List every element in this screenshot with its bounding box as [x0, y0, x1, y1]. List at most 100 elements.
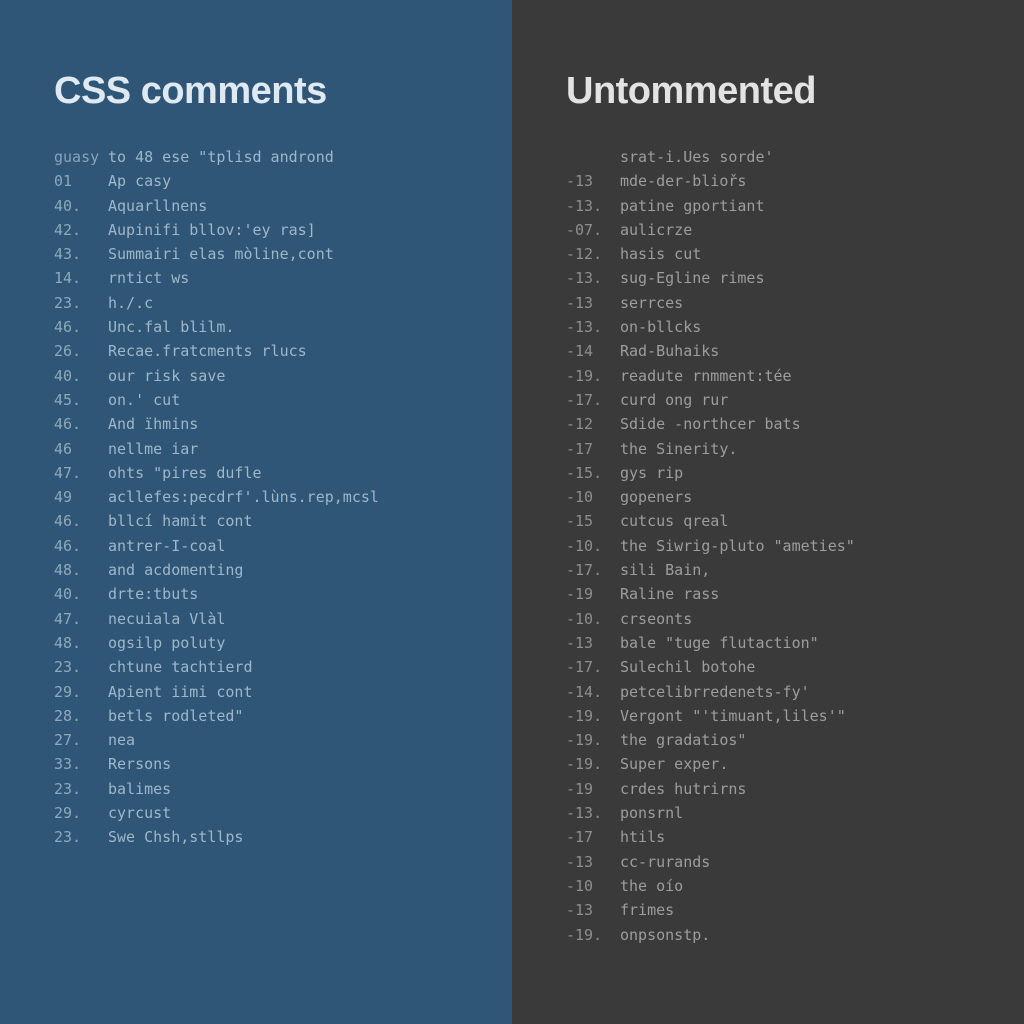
line-text: nellme iar [108, 437, 470, 461]
line-number: 49 [54, 485, 108, 509]
line-number: -15. [566, 461, 620, 485]
line-number: 23. [54, 777, 108, 801]
line-number: -07. [566, 218, 620, 242]
line-text: Ap casy [108, 169, 470, 193]
line-number: 23. [54, 825, 108, 849]
code-row: 40.drte:tbuts [54, 582, 470, 606]
code-row: 46.bllcí hamit cont [54, 509, 470, 533]
code-row: -13bale "tuge flutaction" [566, 631, 982, 655]
line-text: the Sinerity. [620, 437, 982, 461]
code-row: 45.on.' cut [54, 388, 470, 412]
line-text: ponsrnl [620, 801, 982, 825]
line-number: -19. [566, 752, 620, 776]
line-number: 46. [54, 412, 108, 436]
code-row: 01Ap casy [54, 169, 470, 193]
line-text: Rersons [108, 752, 470, 776]
line-text: antrer-I-coal [108, 534, 470, 558]
line-text: betls rodleted" [108, 704, 470, 728]
line-number: 26. [54, 339, 108, 363]
line-text: Sdide -northcer bats [620, 412, 982, 436]
line-number: -12. [566, 242, 620, 266]
code-row: 47.ohts "pires dufle [54, 461, 470, 485]
code-row: 40.Aquarllnens [54, 194, 470, 218]
line-number: -12 [566, 412, 620, 436]
line-number: -13. [566, 194, 620, 218]
line-number: -17. [566, 655, 620, 679]
line-number [566, 145, 620, 169]
line-text: Apient iimi cont [108, 680, 470, 704]
line-number: -14 [566, 339, 620, 363]
line-text: Super exper. [620, 752, 982, 776]
line-number: -17. [566, 558, 620, 582]
line-number: 43. [54, 242, 108, 266]
left-title-rest: comments [131, 70, 327, 112]
code-row: 23.balimes [54, 777, 470, 801]
line-text: the gradatios" [620, 728, 982, 752]
code-row: -15.gys rip [566, 461, 982, 485]
line-number: -13. [566, 266, 620, 290]
line-text: Recae.fratcments rlucs [108, 339, 470, 363]
code-row: -17.Sulechil botohe [566, 655, 982, 679]
code-row: -07.aulicrze [566, 218, 982, 242]
code-row: -19crdes hutrirns [566, 777, 982, 801]
code-row: -13.ponsrnl [566, 801, 982, 825]
code-row: -10.crseonts [566, 607, 982, 631]
line-number: 48. [54, 631, 108, 655]
line-text: necuiala Vlàl [108, 607, 470, 631]
code-row: 14.rntict ws [54, 266, 470, 290]
line-number: -10 [566, 874, 620, 898]
code-row: -17htils [566, 825, 982, 849]
line-text: readute rnmment:tée [620, 364, 982, 388]
line-text: sili Bain, [620, 558, 982, 582]
line-number: 46. [54, 534, 108, 558]
line-number: 01 [54, 169, 108, 193]
line-number: 27. [54, 728, 108, 752]
line-number: 33. [54, 752, 108, 776]
code-row: -17.curd ong rur [566, 388, 982, 412]
line-number: -15 [566, 509, 620, 533]
code-row: -13frimes [566, 898, 982, 922]
line-text: ogsilp poluty [108, 631, 470, 655]
line-number: 23. [54, 655, 108, 679]
line-text: htils [620, 825, 982, 849]
code-row: 46nellme iar [54, 437, 470, 461]
code-row: -13serrces [566, 291, 982, 315]
line-text: Vergont "'timuant,liles'" [620, 704, 982, 728]
line-text: nea [108, 728, 470, 752]
line-text: Raline rass [620, 582, 982, 606]
code-row: -12Sdide -northcer bats [566, 412, 982, 436]
code-row: srat-i.Ues sorde' [566, 145, 982, 169]
code-row: 46.antrer-I-coal [54, 534, 470, 558]
code-row: 48.and acdomenting [54, 558, 470, 582]
line-number: 28. [54, 704, 108, 728]
line-text: on-bllcks [620, 315, 982, 339]
line-number: -17 [566, 437, 620, 461]
code-row: 27.nea [54, 728, 470, 752]
line-text: our risk save [108, 364, 470, 388]
code-row: guasyto 48 ese "tplisd andrond [54, 145, 470, 169]
line-number: 29. [54, 680, 108, 704]
line-text: on.' cut [108, 388, 470, 412]
line-text: ohts "pires dufle [108, 461, 470, 485]
line-number: guasy [54, 145, 108, 169]
line-text: curd ong rur [620, 388, 982, 412]
code-row: 23.h./.c [54, 291, 470, 315]
line-number: -19. [566, 704, 620, 728]
line-text: the oío [620, 874, 982, 898]
code-row: -19Raline rass [566, 582, 982, 606]
code-row: -13mde-der-bliořs [566, 169, 982, 193]
code-row: 48.ogsilp poluty [54, 631, 470, 655]
line-text: And ïhmins [108, 412, 470, 436]
line-text: aulicrze [620, 218, 982, 242]
line-text: hasis cut [620, 242, 982, 266]
line-number: 48. [54, 558, 108, 582]
right-panel: Untommented srat-i.Ues sorde'-13mde-der-… [512, 0, 1024, 1024]
line-text: to 48 ese "tplisd andrond [108, 145, 470, 169]
code-row: 42.Aupinifi bllov:'ey ras] [54, 218, 470, 242]
code-row: -13.on-bllcks [566, 315, 982, 339]
code-row: 33.Rersons [54, 752, 470, 776]
code-row: 23.chtune tachtierd [54, 655, 470, 679]
line-number: 46. [54, 315, 108, 339]
code-row: 43.Summairi elas mòline,cont [54, 242, 470, 266]
line-number: 47. [54, 607, 108, 631]
